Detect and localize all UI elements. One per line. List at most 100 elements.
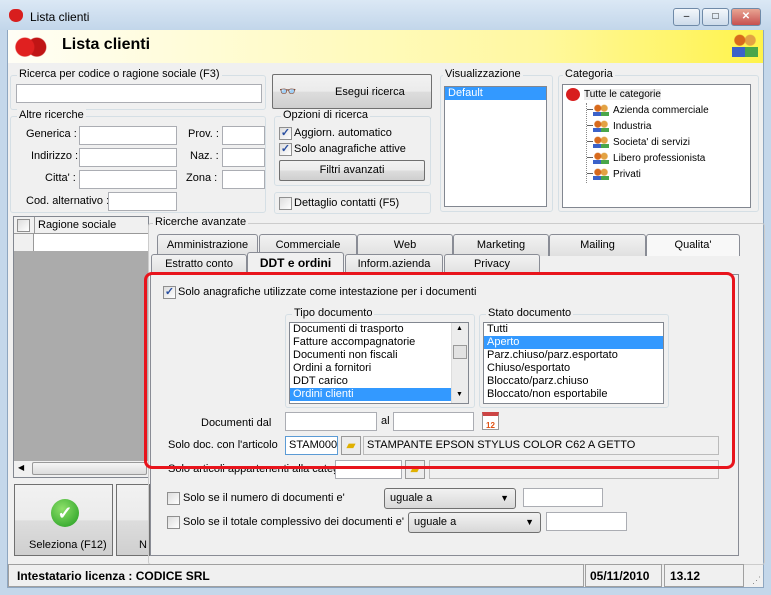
contact-detail-checkbox[interactable] (279, 197, 292, 210)
tab-inform-azienda[interactable]: Inform.azienda (345, 254, 443, 274)
header-banner: Lista clienti (8, 30, 763, 63)
category-root-label: Tutte le categorie (584, 89, 661, 100)
category-item[interactable]: ┄ Industria (587, 119, 750, 135)
category-item-label: Azienda commerciale (613, 105, 709, 116)
scroll-left-icon[interactable]: ◀ (18, 463, 24, 472)
category-item[interactable]: ┄ Privati (587, 167, 750, 183)
horizontal-scrollbar[interactable]: ◀ (14, 461, 148, 477)
select-all-checkbox[interactable] (17, 219, 30, 232)
num-docs-value-input[interactable] (523, 488, 603, 507)
users-icon (593, 152, 610, 165)
prov-label: Prov. : (188, 128, 219, 140)
users-icon (593, 104, 610, 117)
minimize-button[interactable]: – (673, 8, 700, 26)
tab-marketing[interactable]: Marketing (453, 234, 549, 256)
checkmark-icon: ✓ (51, 499, 79, 527)
close-button[interactable]: ✕ (731, 8, 761, 26)
category-item[interactable]: ┄ Libero professionista (587, 151, 750, 167)
zona-input[interactable] (222, 170, 265, 189)
column-ragione-sociale[interactable]: Ragione sociale (38, 219, 116, 231)
scroll-thumb[interactable] (32, 462, 147, 475)
highlight-rectangle (144, 272, 735, 469)
num-docs-label: Solo se il numero di documenti e' (183, 492, 345, 504)
status-date: 05/11/2010 (585, 564, 662, 587)
total-value-input[interactable] (546, 512, 627, 531)
select-button-label: Seleziona (F12) (29, 539, 107, 551)
view-item-default[interactable]: Default (445, 87, 546, 100)
category-item-label: Societa' di servizi (613, 137, 690, 148)
total-operator-select[interactable]: uguale a ▼ (408, 512, 541, 533)
category-item-label: Privati (613, 169, 641, 180)
citta-input[interactable] (79, 170, 177, 189)
run-search-label: Esegui ricerca (335, 86, 405, 98)
app-icon (9, 9, 23, 22)
status-license: Intestatario licenza : CODICE SRL (8, 564, 584, 587)
maximize-button[interactable]: □ (702, 8, 729, 26)
new-button-label: N (139, 539, 147, 551)
contact-detail-label: Dettaglio contatti (F5) (294, 197, 400, 209)
category-tree[interactable]: Tutte le categorie ┄ Azienda commerciale … (562, 84, 751, 208)
indirizzo-input[interactable] (79, 148, 177, 167)
tab-amministrazione[interactable]: Amministrazione (157, 234, 258, 256)
tab-qualita[interactable]: Qualita' (646, 234, 740, 256)
strawberry-icon (13, 35, 47, 57)
status-time: 13.12 (664, 564, 744, 587)
clients-grid[interactable]: Ragione sociale ◀ (13, 216, 149, 478)
chevron-down-icon: ▼ (525, 517, 534, 527)
view-list[interactable]: Default (444, 86, 547, 207)
window-title: Lista clienti (30, 10, 90, 24)
search-input[interactable] (16, 84, 262, 103)
only-active-label: Solo anagrafiche attive (294, 143, 406, 155)
advanced-search-label: Ricerche avanzate (153, 216, 249, 228)
category-item-label: Industria (613, 121, 652, 132)
generica-label: Generica : (26, 128, 77, 140)
header-title: Lista clienti (62, 36, 151, 53)
cod-alt-label: Cod. alternativo : (26, 195, 110, 207)
generica-input[interactable] (79, 126, 177, 145)
total-checkbox[interactable] (167, 516, 180, 529)
only-active-checkbox[interactable]: ✓ (279, 143, 292, 156)
auto-update-checkbox[interactable]: ✓ (279, 127, 292, 140)
cod-alt-input[interactable] (108, 192, 177, 211)
tab-mailing[interactable]: Mailing (549, 234, 646, 256)
users-icon (732, 33, 758, 57)
indirizzo-label: Indirizzo : (31, 150, 79, 162)
tab-estratto-conto[interactable]: Estratto conto (151, 254, 247, 274)
citta-label: Citta' : (45, 172, 76, 184)
other-search-label: Altre ricerche (17, 109, 86, 121)
tab-web[interactable]: Web (357, 234, 453, 256)
binoculars-icon: 👓 (279, 83, 297, 99)
zona-label: Zona : (186, 172, 218, 184)
run-search-button[interactable]: 👓 Esegui ricerca (272, 74, 432, 109)
category-root[interactable]: Tutte le categorie (566, 87, 750, 103)
grid-header: Ragione sociale (14, 217, 148, 234)
users-icon (593, 136, 610, 149)
users-icon (593, 168, 610, 181)
category-group-label: Categoria (563, 68, 615, 80)
num-docs-operator-select[interactable]: uguale a ▼ (384, 488, 516, 509)
view-group-label: Visualizzazione (443, 68, 523, 80)
num-docs-checkbox[interactable] (167, 492, 180, 505)
category-item[interactable]: ┄ Societa' di servizi (587, 135, 750, 151)
prov-input[interactable] (222, 126, 265, 145)
search-group-label: Ricerca per codice o ragione sociale (F3… (17, 68, 222, 80)
resize-grip-icon[interactable]: ⋰ (752, 575, 761, 586)
tab-privacy[interactable]: Privacy (444, 254, 540, 274)
chevron-down-icon: ▼ (500, 493, 509, 503)
users-icon (593, 120, 610, 133)
naz-input[interactable] (222, 148, 265, 167)
category-item-label: Libero professionista (613, 153, 706, 164)
naz-label: Naz. : (190, 150, 219, 162)
total-operator-value: uguale a (414, 516, 457, 528)
title-bar: Lista clienti – □ ✕ (0, 0, 771, 30)
grid-row[interactable] (14, 234, 148, 251)
select-button[interactable]: ✓ Seleziona (F12) (14, 484, 113, 556)
strawberry-icon (566, 87, 580, 101)
advanced-filters-button[interactable]: Filtri avanzati (279, 160, 425, 181)
auto-update-label: Aggiorn. automatico (294, 127, 392, 139)
total-label: Solo se il totale complessivo dei docume… (183, 516, 404, 528)
new-button[interactable]: N (116, 484, 150, 556)
search-options-label: Opzioni di ricerca (281, 109, 370, 121)
num-docs-operator-value: uguale a (390, 492, 433, 504)
category-item[interactable]: ┄ Azienda commerciale (587, 103, 750, 119)
